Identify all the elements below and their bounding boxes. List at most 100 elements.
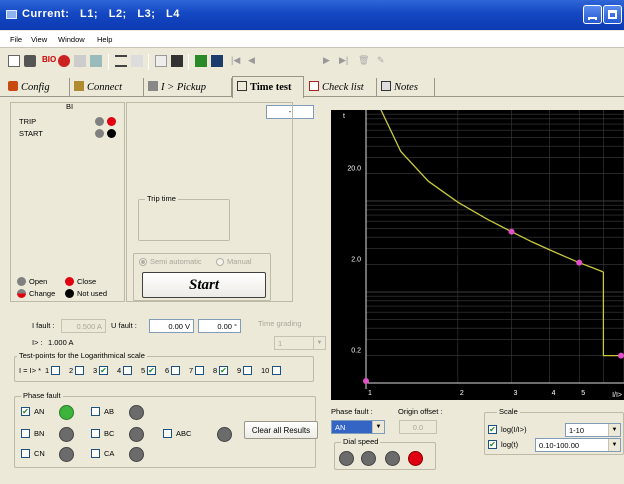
x-range-select[interactable]: 1-10 ▼: [565, 423, 621, 437]
phase-bn-label: BN: [34, 429, 45, 438]
scale-title: Scale: [497, 407, 520, 416]
last-record-icon[interactable]: ▶|: [339, 55, 351, 67]
chart-icon[interactable]: [171, 55, 183, 67]
first-record-icon[interactable]: |◀: [231, 55, 243, 67]
toolbar: BIO |◀ ◀ - ▶ ▶| 🗑 ✎: [0, 50, 624, 119]
checklist-icon: [309, 81, 319, 91]
test-point-checkbox[interactable]: [243, 366, 252, 375]
save-icon[interactable]: [195, 55, 207, 67]
menu-file[interactable]: File: [10, 35, 22, 44]
dial-speed-group: Dial speed: [334, 437, 436, 470]
read-icon[interactable]: BIO: [42, 55, 56, 67]
tab-notes[interactable]: Notes: [377, 78, 435, 97]
tab-connect[interactable]: Connect: [70, 78, 144, 97]
clear-all-results-button[interactable]: Clear all Results: [244, 421, 318, 439]
test-point-checkbox[interactable]: [75, 366, 84, 375]
phase-ca-indicator[interactable]: [129, 447, 144, 462]
dial-speed-2-button[interactable]: [361, 451, 376, 466]
u-fault-label: U fault :: [111, 321, 137, 330]
test-points-group: Test-points for the Logarithmical scale …: [14, 351, 314, 382]
dial-speed-3-button[interactable]: [385, 451, 400, 466]
prev-record-icon[interactable]: ◀: [248, 55, 260, 67]
phase-bc-indicator[interactable]: [129, 427, 144, 442]
phase-abc-indicator[interactable]: [217, 427, 232, 442]
phase-cn-checkbox[interactable]: [21, 449, 30, 458]
phase-bc-checkbox[interactable]: [91, 429, 100, 438]
phase-ab-checkbox[interactable]: [91, 407, 100, 416]
phase-an-checkbox[interactable]: ✔: [21, 407, 30, 416]
test-point-checkbox[interactable]: ✔: [219, 366, 228, 375]
i-fault-field[interactable]: 0.500 A: [61, 319, 106, 333]
start-label: START: [19, 129, 43, 138]
close-legend-icon: [65, 277, 74, 286]
phase-an-label: AN: [34, 407, 45, 416]
phase-abc-label: ABC: [176, 429, 192, 438]
time-grading-select[interactable]: 1 ▼: [274, 336, 326, 350]
phase-bn-indicator[interactable]: [59, 427, 74, 442]
tab-check-list[interactable]: Check list: [305, 78, 377, 97]
record-icon[interactable]: [58, 55, 70, 67]
new-file-icon[interactable]: [8, 55, 20, 67]
phase-cn-indicator[interactable]: [59, 447, 74, 462]
trip-state-icon: [95, 117, 104, 126]
phase-an-indicator[interactable]: [59, 405, 74, 420]
list-icon[interactable]: [115, 55, 127, 67]
phase-bc-label: BC: [104, 429, 115, 438]
test-point-label: 5: [141, 366, 146, 375]
mode-group: Semi automatic Manual Start: [133, 253, 271, 301]
tab-config[interactable]: Config: [4, 78, 70, 97]
minimize-button[interactable]: [583, 5, 602, 24]
test-point-checkbox[interactable]: [51, 366, 60, 375]
test-point-marker: [508, 228, 515, 235]
edit-icon[interactable]: ✎: [377, 55, 389, 67]
copy-icon[interactable]: [74, 55, 86, 67]
test-point-checkbox[interactable]: [171, 366, 180, 375]
menu-help[interactable]: Help: [97, 35, 112, 44]
time-current-plot[interactable]: 20.0 2.0 0.2 t 1 2 3 4 5 I/I>: [331, 109, 624, 400]
dial-speed-4-button[interactable]: [408, 451, 423, 466]
phase-ab-indicator[interactable]: [129, 405, 144, 420]
phase-fault-select[interactable]: AN ▼: [331, 420, 385, 434]
tab-time-test[interactable]: Time test: [232, 76, 304, 98]
test-point-checkbox[interactable]: [123, 366, 132, 375]
test-point-label: 1: [45, 366, 50, 375]
log-x-label: log(I/I>): [501, 425, 527, 434]
semi-automatic-radio[interactable]: [139, 258, 147, 266]
trip-time-title: Trip time: [145, 194, 178, 203]
phase-ca-checkbox[interactable]: [91, 449, 100, 458]
test-point-checkbox[interactable]: ✔: [147, 366, 156, 375]
x-axis-unit: I/I>: [612, 392, 622, 399]
angle-field[interactable]: 0.00 °: [198, 319, 241, 333]
delete-icon[interactable]: 🗑: [358, 55, 370, 67]
u-fault-field[interactable]: 0.00 V: [149, 319, 194, 333]
settings-icon[interactable]: [90, 55, 102, 67]
menu-window[interactable]: Window: [58, 35, 85, 44]
start-button[interactable]: Start: [142, 272, 266, 298]
test-point-checkbox[interactable]: [272, 366, 281, 375]
table-icon[interactable]: [155, 55, 167, 67]
test-point-checkbox[interactable]: [195, 366, 204, 375]
notes-icon: [381, 81, 391, 91]
export-icon[interactable]: [211, 55, 223, 67]
menu-view[interactable]: View: [31, 35, 47, 44]
manual-radio[interactable]: [216, 258, 224, 266]
log-x-checkbox[interactable]: ✔: [488, 425, 497, 434]
log-t-checkbox[interactable]: ✔: [488, 440, 497, 449]
grid-icon[interactable]: [131, 55, 143, 67]
test-point-marker: [576, 259, 583, 266]
phase-abc-checkbox[interactable]: [163, 429, 172, 438]
trip-time-group: Trip time: [138, 194, 230, 241]
trip-label: TRIP: [19, 117, 37, 126]
tab-pickup[interactable]: I > Pickup: [144, 78, 232, 97]
semi-automatic-label: Semi automatic: [150, 257, 202, 266]
phase-fault-title: Phase fault: [21, 391, 63, 400]
print-icon[interactable]: [24, 55, 36, 67]
origin-offset-field[interactable]: 0.0: [399, 420, 437, 434]
dial-speed-title: Dial speed: [341, 437, 381, 446]
next-record-icon[interactable]: ▶: [323, 55, 335, 67]
test-point-checkbox[interactable]: ✔: [99, 366, 108, 375]
phase-bn-checkbox[interactable]: [21, 429, 30, 438]
dial-speed-1-button[interactable]: [339, 451, 354, 466]
y-range-select[interactable]: 0.10-100.00 ▼: [535, 438, 621, 452]
restore-button[interactable]: [603, 5, 622, 24]
